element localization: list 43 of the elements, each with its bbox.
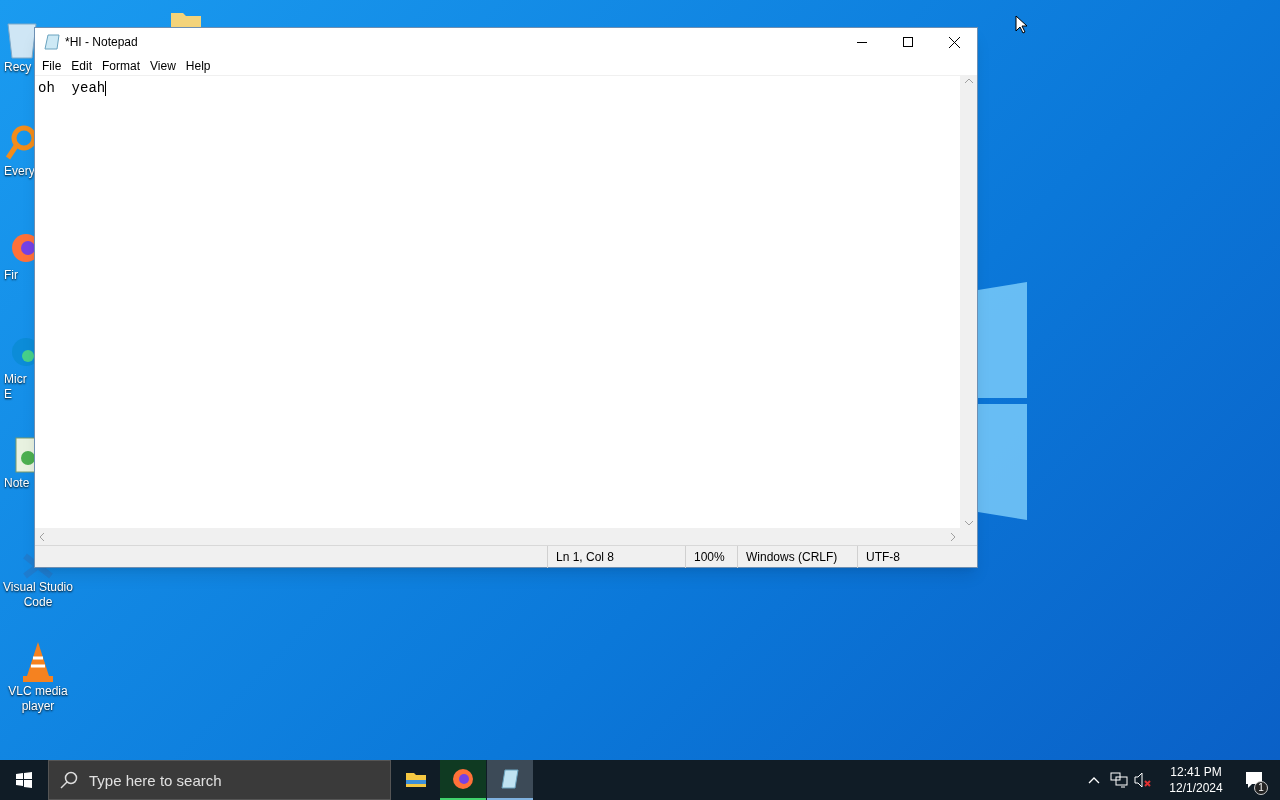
notepad-icon [44, 34, 60, 50]
desktop-icon-label[interactable]: player [21, 699, 55, 714]
notification-button[interactable]: 1 [1234, 760, 1274, 800]
desktop-icon-label[interactable]: Code [23, 595, 53, 610]
taskbar-app-button[interactable] [487, 760, 533, 800]
menu-item[interactable]: File [37, 55, 67, 76]
menu-item[interactable]: Edit [66, 55, 98, 76]
recycle-bin-icon [4, 20, 40, 60]
windows-icon [16, 772, 32, 788]
notepad-icon [500, 768, 520, 790]
menu-item[interactable]: View [145, 55, 181, 76]
clock-time[interactable]: 12:41 PM [1170, 764, 1222, 780]
search-icon [60, 771, 78, 789]
menu-item[interactable]: Help [180, 55, 216, 76]
speaker-muted-icon[interactable] [1134, 772, 1152, 788]
desktop-icon-label[interactable]: Micr [4, 372, 27, 387]
desktop-icon-label[interactable]: E [4, 387, 12, 402]
text-editor-area[interactable]: oh yeah [35, 76, 960, 528]
minimize-icon [857, 41, 867, 43]
search-field[interactable]: Type here to search [48, 760, 391, 800]
status-field: Ln 1, Col 8 [547, 545, 685, 568]
desktop-icon-label[interactable]: Recy [4, 60, 32, 75]
maximize-icon [903, 37, 913, 47]
status-field: 100% [685, 545, 737, 568]
network-icon[interactable] [1110, 772, 1128, 788]
desktop-icon-label[interactable]: VLC media [8, 684, 68, 699]
taskbar-app-button[interactable] [440, 760, 486, 800]
mouse-cursor-icon [1015, 15, 1027, 34]
status-field: UTF-8 [857, 545, 977, 568]
status-field: Windows (CRLF) [737, 545, 857, 568]
message-icon [1245, 771, 1263, 789]
chevron-up-icon[interactable] [1088, 776, 1100, 784]
close-icon [948, 36, 960, 48]
desktop-icon-label[interactable]: Visual Studio [3, 580, 73, 595]
notification-count-badge: 1 [1254, 781, 1268, 795]
window-title: *HI - Notepad [65, 34, 138, 51]
desktop-icon-label[interactable]: Every [4, 164, 35, 179]
menu-item[interactable]: Format [97, 55, 146, 76]
desktop-icon-label[interactable]: Note [4, 476, 30, 491]
desktop-icon-label[interactable]: Fir [4, 268, 18, 283]
folder-icon [405, 770, 427, 788]
firefox-icon [452, 768, 474, 790]
clock-date[interactable]: 12/1/2024 [1169, 780, 1223, 796]
